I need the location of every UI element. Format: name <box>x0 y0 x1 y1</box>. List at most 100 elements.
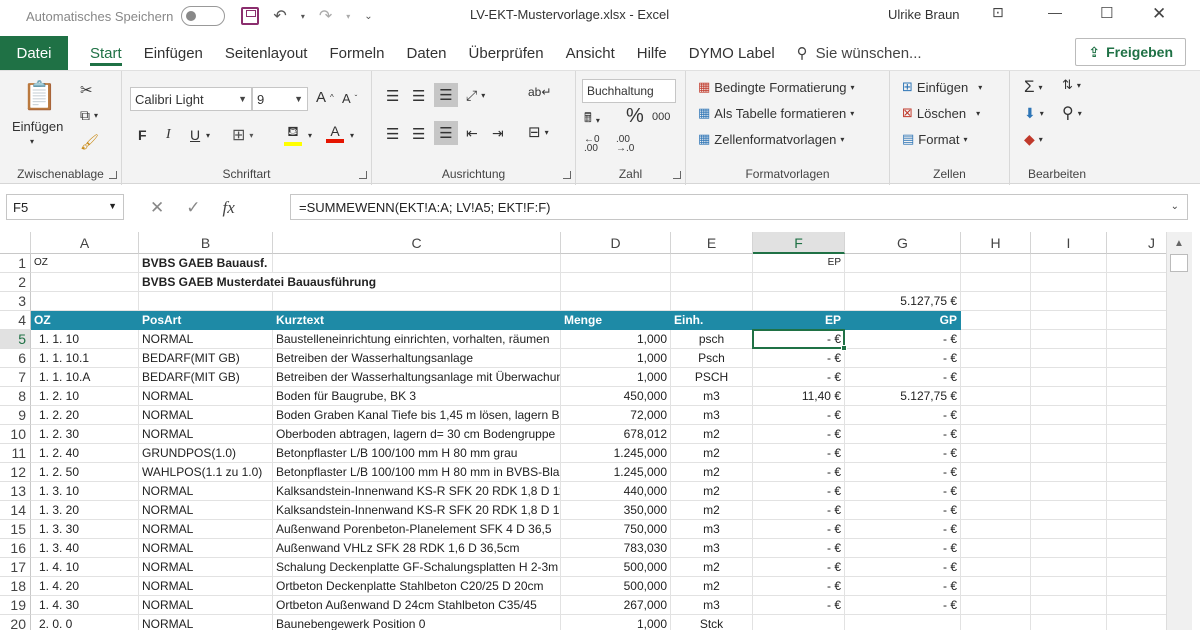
cell-j2[interactable] <box>1107 273 1166 292</box>
orientation-icon[interactable]: ⤢ ▾ <box>466 87 485 104</box>
tab-data[interactable]: Daten <box>406 36 446 70</box>
cell-g17[interactable]: - € <box>845 558 961 577</box>
cell-e10[interactable]: m2 <box>671 425 753 444</box>
column-header-e[interactable]: E <box>671 232 753 254</box>
row-header-9[interactable]: 9 <box>0 406 31 425</box>
column-header-j[interactable]: J <box>1107 232 1166 254</box>
tab-page-layout[interactable]: Seitenlayout <box>225 36 308 70</box>
align-center-icon[interactable]: ☰ <box>412 125 425 143</box>
column-header-d[interactable]: D <box>561 232 671 254</box>
cell-a12[interactable]: 1. 2. 50 <box>31 463 139 482</box>
fill-handle[interactable] <box>841 345 847 351</box>
cell-e18[interactable]: m2 <box>671 577 753 596</box>
row-header-14[interactable]: 14 <box>0 501 31 520</box>
cell-a14[interactable]: 1. 3. 20 <box>31 501 139 520</box>
row-header-20[interactable]: 20 <box>0 615 31 630</box>
cell-g14[interactable]: - € <box>845 501 961 520</box>
cell-j16[interactable] <box>1107 539 1166 558</box>
column-header-i[interactable]: I <box>1031 232 1107 254</box>
cell-a19[interactable]: 1. 4. 30 <box>31 596 139 615</box>
row-header-18[interactable]: 18 <box>0 577 31 596</box>
row-header-17[interactable]: 17 <box>0 558 31 577</box>
row-header-13[interactable]: 13 <box>0 482 31 501</box>
row-header-5[interactable]: 5 <box>0 330 31 349</box>
cell-f10[interactable]: - € <box>753 425 845 444</box>
insert-cells-button[interactable]: ⊞ Einfügen ▾ <box>902 79 982 95</box>
align-middle-icon[interactable]: ☰ <box>412 87 425 105</box>
delete-cells-button[interactable]: ⊠ Löschen ▾ <box>902 105 980 121</box>
cell-i8[interactable] <box>1031 387 1107 406</box>
cell-d9[interactable]: 72,000 <box>561 406 671 425</box>
cell-d4[interactable]: Menge <box>561 311 671 330</box>
underline-button[interactable]: U <box>190 127 200 143</box>
tab-formulas[interactable]: Formeln <box>329 36 384 70</box>
cell-j12[interactable] <box>1107 463 1166 482</box>
sort-filter-icon[interactable]: ⇅ ▾ <box>1062 77 1081 93</box>
cut-icon[interactable]: ✂ <box>80 81 93 99</box>
cell-d17[interactable]: 500,000 <box>561 558 671 577</box>
cell-b10[interactable]: NORMAL <box>139 425 273 444</box>
cell-f9[interactable]: - € <box>753 406 845 425</box>
cell-b12[interactable]: WAHLPOS(1.1 zu 1.0) <box>139 463 273 482</box>
cell-d2[interactable] <box>561 273 671 292</box>
cell-h19[interactable] <box>961 596 1031 615</box>
cell-h9[interactable] <box>961 406 1031 425</box>
cell-j10[interactable] <box>1107 425 1166 444</box>
cell-h1[interactable] <box>961 254 1031 273</box>
cell-h17[interactable] <box>961 558 1031 577</box>
cell-d7[interactable]: 1,000 <box>561 368 671 387</box>
tell-me-search[interactable]: ⚲ Sie wünschen... <box>797 44 922 63</box>
copy-icon[interactable]: ⧉ ▾ <box>80 107 98 124</box>
row-header-8[interactable]: 8 <box>0 387 31 406</box>
cell-d8[interactable]: 450,000 <box>561 387 671 406</box>
cell-d18[interactable]: 500,000 <box>561 577 671 596</box>
cell-a8[interactable]: 1. 2. 10 <box>31 387 139 406</box>
cell-h11[interactable] <box>961 444 1031 463</box>
tab-review[interactable]: Überprüfen <box>469 36 544 70</box>
redo-dropdown-icon[interactable]: ▾ <box>346 12 350 21</box>
cell-h13[interactable] <box>961 482 1031 501</box>
increase-indent-icon[interactable]: ⇥ <box>492 125 504 142</box>
find-select-icon[interactable]: ⚲ ▾ <box>1062 103 1082 123</box>
share-button[interactable]: ⇪ Freigeben <box>1075 38 1186 66</box>
format-as-table-button[interactable]: ▦ Als Tabelle formatieren ▾ <box>698 105 854 121</box>
cell-e3[interactable] <box>671 292 753 311</box>
cell-f2[interactable] <box>753 273 845 292</box>
scroll-thumb[interactable] <box>1170 254 1188 272</box>
italic-button[interactable]: I <box>166 127 171 143</box>
cell-i11[interactable] <box>1031 444 1107 463</box>
cell-d1[interactable] <box>561 254 671 273</box>
cell-b19[interactable]: NORMAL <box>139 596 273 615</box>
cell-e19[interactable]: m3 <box>671 596 753 615</box>
cell-j9[interactable] <box>1107 406 1166 425</box>
cell-g1[interactable] <box>845 254 961 273</box>
cell-c9[interactable]: Boden Graben Kanal Tiefe bis 1,45 m löse… <box>273 406 561 425</box>
undo-dropdown-icon[interactable]: ▾ <box>301 12 305 21</box>
tab-view[interactable]: Ansicht <box>566 36 615 70</box>
maximize-icon[interactable]: ☐ <box>1100 4 1113 22</box>
cell-g20[interactable] <box>845 615 961 630</box>
cell-j15[interactable] <box>1107 520 1166 539</box>
cell-i20[interactable] <box>1031 615 1107 630</box>
cell-c6[interactable]: Betreiben der Wasserhaltungsanlage <box>273 349 561 368</box>
cell-f6[interactable]: - € <box>753 349 845 368</box>
cell-d12[interactable]: 1.245,000 <box>561 463 671 482</box>
cell-c12[interactable]: Betonpflaster L/B 100/100 mm H 80 mm in … <box>273 463 561 482</box>
cell-c10[interactable]: Oberboden abtragen, lagern d= 30 cm Bode… <box>273 425 561 444</box>
cell-g12[interactable]: - € <box>845 463 961 482</box>
autosave[interactable]: Automatisches Speichern <box>26 6 226 26</box>
cell-d6[interactable]: 1,000 <box>561 349 671 368</box>
cell-a5[interactable]: 1. 1. 10 <box>31 330 139 349</box>
cell-g13[interactable]: - € <box>845 482 961 501</box>
cell-j13[interactable] <box>1107 482 1166 501</box>
cell-b3[interactable] <box>139 292 273 311</box>
cell-d5[interactable]: 1,000 <box>561 330 671 349</box>
cell-a16[interactable]: 1. 3. 40 <box>31 539 139 558</box>
scroll-up-icon[interactable]: ▲ <box>1174 238 1184 249</box>
number-launcher-icon[interactable] <box>673 171 681 179</box>
cell-i1[interactable] <box>1031 254 1107 273</box>
merge-center-icon[interactable]: ⊟ ▾ <box>528 123 549 141</box>
cell-j1[interactable] <box>1107 254 1166 273</box>
underline-dropdown-icon[interactable]: ▾ <box>206 131 210 140</box>
cell-j3[interactable] <box>1107 292 1166 311</box>
